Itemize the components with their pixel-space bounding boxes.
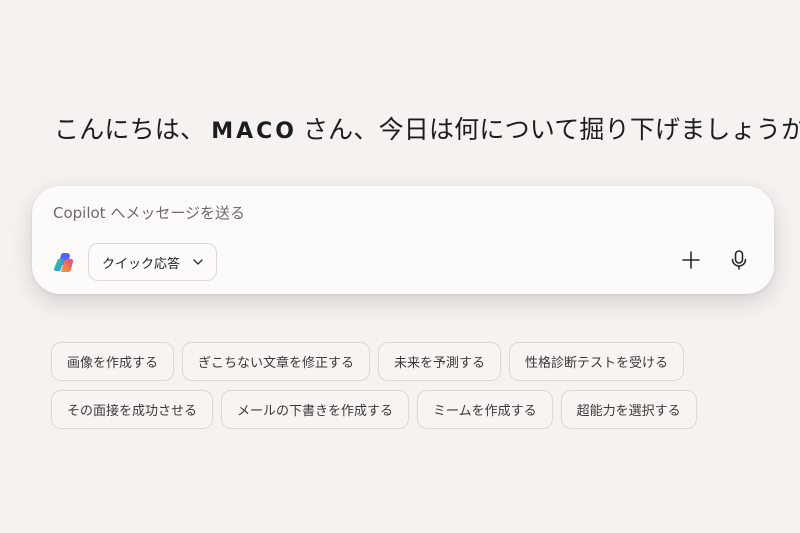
suggestion-choose-superpower[interactable]: 超能力を選択する xyxy=(560,390,697,429)
copilot-home: こんにちは、MACOさん、今日は何について掘り下げましょうか? Copilot … xyxy=(0,0,800,533)
suggestion-fix-writing[interactable]: ぎこちない文章を修正する xyxy=(182,342,371,381)
message-input[interactable]: Copilot へメッセージを送る xyxy=(53,202,245,223)
response-mode-label: クイック応答 xyxy=(102,256,181,272)
suggestion-create-meme[interactable]: ミームを作成する xyxy=(417,390,553,429)
suggestion-row-1: 画像を作成する ぎこちない文章を修正する 未来を予測する 性格診断テストを受ける xyxy=(51,342,691,381)
message-composer[interactable]: Copilot へメッセージを送る クイック応答 xyxy=(32,186,774,294)
microphone-icon xyxy=(728,249,750,275)
suggestion-row-2: その面接を成功させる メールの下書きを作成する ミームを作成する 超能力を選択す… xyxy=(51,390,697,429)
suggestion-chips: 画像を作成する ぎこちない文章を修正する 未来を予測する 性格診断テストを受ける… xyxy=(51,342,697,438)
greeting-prefix: こんにちは、 xyxy=(54,115,206,144)
suggestion-personality-test[interactable]: 性格診断テストを受ける xyxy=(509,342,685,381)
suggestion-ace-interview[interactable]: その面接を成功させる xyxy=(51,390,214,429)
plus-icon xyxy=(681,250,701,274)
chevron-down-icon xyxy=(192,256,204,268)
voice-button[interactable] xyxy=(724,247,754,277)
greeting-heading: こんにちは、MACOさん、今日は何について掘り下げましょうか? xyxy=(54,108,800,154)
greeting-suffix: さん、今日は何について掘り下げましょうか xyxy=(302,115,800,144)
copilot-logo-icon xyxy=(52,250,76,274)
suggestion-create-image[interactable]: 画像を作成する xyxy=(51,342,175,381)
composer-toolbar: クイック応答 xyxy=(52,242,754,282)
add-button[interactable] xyxy=(676,247,706,277)
response-mode-dropdown[interactable]: クイック応答 xyxy=(88,243,218,281)
suggestion-predict-future[interactable]: 未来を予測する xyxy=(378,342,502,381)
suggestion-draft-email[interactable]: メールの下書きを作成する xyxy=(221,390,410,429)
user-name: MACO xyxy=(211,119,297,144)
